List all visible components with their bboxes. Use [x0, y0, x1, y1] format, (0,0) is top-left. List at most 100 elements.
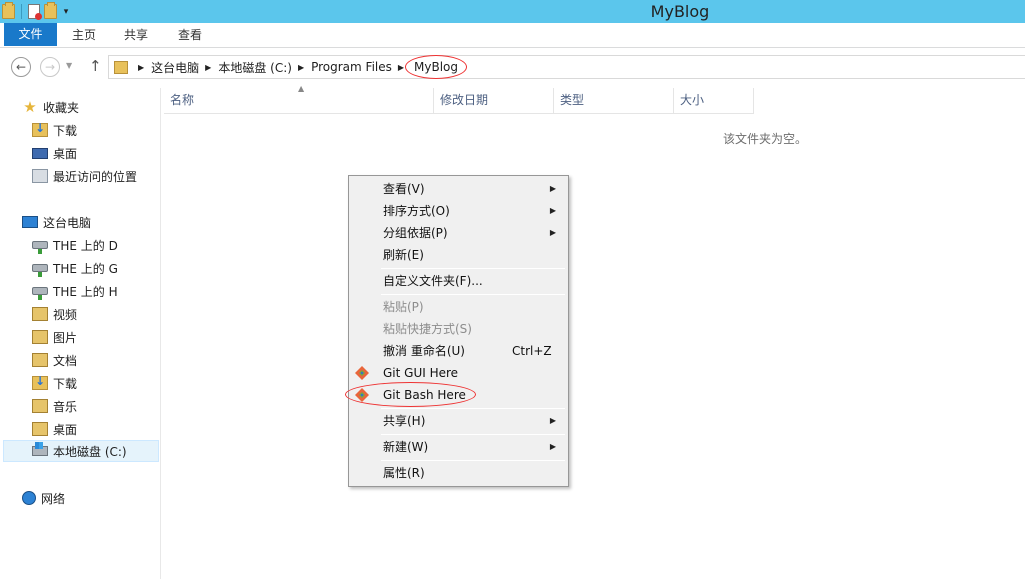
window-title: MyBlog	[650, 2, 710, 21]
menu-separator	[381, 268, 565, 269]
menu-separator	[381, 294, 565, 295]
nav-drive-g[interactable]: THE 上的 G	[32, 257, 118, 279]
tab-file[interactable]: 文件	[4, 23, 57, 46]
desktop-folder-icon	[32, 422, 48, 436]
menu-item-label: 新建(W)	[383, 440, 429, 454]
recent-locations-caret-icon[interactable]: ▼	[66, 61, 72, 70]
nav-network-label: 网络	[41, 491, 66, 506]
menu-separator	[381, 460, 565, 461]
breadcrumb-local-disk-c[interactable]: 本地磁盘 (C:)	[218, 59, 292, 76]
videos-folder-icon	[32, 307, 48, 321]
pane-divider[interactable]	[160, 88, 161, 579]
menu-item-paste-shortcut: 粘贴快捷方式(S)	[351, 318, 566, 340]
downloads-folder-icon	[32, 374, 48, 390]
menu-item-label: Git Bash Here	[383, 388, 466, 402]
nav-pictures[interactable]: 图片	[32, 326, 77, 348]
nav-drive-d[interactable]: THE 上的 D	[32, 234, 118, 256]
nav-favorites-recent[interactable]: 最近访问的位置	[32, 165, 137, 187]
menu-item-git-bash-here[interactable]: Git Bash Here	[351, 384, 566, 406]
pictures-folder-icon	[32, 330, 48, 344]
customize-toolbar-caret-icon[interactable]: ▾	[61, 7, 71, 17]
properties-icon[interactable]	[28, 4, 42, 20]
menu-item-properties[interactable]: 属性(R)	[351, 462, 566, 484]
submenu-arrow-icon: ▶	[549, 416, 556, 425]
nav-item-label: 视频	[53, 307, 78, 322]
nav-item-label: 桌面	[53, 422, 78, 437]
forward-button[interactable]: →	[40, 57, 60, 77]
column-header-type[interactable]: 类型	[554, 88, 674, 114]
breadcrumb-program-files[interactable]: Program Files	[311, 60, 392, 74]
nav-this-pc[interactable]: 这台电脑	[22, 211, 91, 233]
nav-item-label: THE 上的 H	[53, 284, 118, 299]
nav-item-label: 下载	[53, 376, 78, 391]
menu-item-customize-folder[interactable]: 自定义文件夹(F)...	[351, 270, 566, 292]
menu-item-refresh[interactable]: 刷新(E)	[351, 244, 566, 266]
menu-item-label: 自定义文件夹(F)...	[383, 274, 483, 288]
tab-home[interactable]: 主页	[60, 23, 108, 47]
nav-downloads[interactable]: 下载	[32, 372, 77, 394]
ribbon-tabs: 文件 主页 共享 查看	[0, 23, 1025, 48]
nav-documents[interactable]: 文档	[32, 349, 77, 371]
column-header-date-modified[interactable]: 修改日期	[434, 88, 554, 114]
quick-access-toolbar: ▾	[2, 2, 71, 21]
nav-drive-h[interactable]: THE 上的 H	[32, 280, 118, 302]
tab-share[interactable]: 共享	[112, 23, 160, 47]
network-drive-icon	[32, 287, 48, 300]
menu-item-git-gui-here[interactable]: Git GUI Here	[351, 362, 566, 384]
submenu-arrow-icon: ▶	[549, 442, 556, 451]
nav-local-disk-c[interactable]: 本地磁盘 (C:)	[3, 440, 159, 462]
nav-favorites-desktop[interactable]: 桌面	[32, 142, 77, 164]
nav-item-label: 音乐	[53, 399, 78, 414]
menu-item-label: Git GUI Here	[383, 366, 459, 380]
nav-favorites-downloads[interactable]: 下载	[32, 119, 77, 141]
chevron-right-icon[interactable]: ▶	[398, 63, 404, 72]
menu-item-label: 粘贴(P)	[383, 300, 424, 314]
nav-music[interactable]: 音乐	[32, 395, 77, 417]
new-folder-icon[interactable]	[44, 2, 57, 19]
menu-item-share[interactable]: 共享(H) ▶	[351, 410, 566, 432]
nav-item-label: 文档	[53, 353, 78, 368]
chevron-right-icon[interactable]: ▶	[205, 63, 211, 72]
chevron-right-icon[interactable]: ▶	[298, 63, 304, 72]
back-button[interactable]: ←	[11, 57, 31, 77]
column-header-name[interactable]: 名称	[164, 88, 434, 114]
nav-favorites[interactable]: ★ 收藏夹	[22, 96, 79, 118]
context-menu: 查看(V) ▶ 排序方式(O) ▶ 分组依据(P) ▶ 刷新(E) 自定义文件夹…	[348, 175, 569, 487]
nav-item-label: 下载	[53, 123, 78, 138]
submenu-arrow-icon: ▶	[549, 228, 556, 237]
network-icon	[22, 491, 36, 505]
menu-item-sort-by[interactable]: 排序方式(O) ▶	[351, 200, 566, 222]
address-bar[interactable]: ▶ 这台电脑 ▶ 本地磁盘 (C:) ▶ Program Files ▶ MyB…	[108, 55, 1025, 79]
navigation-pane: ★ 收藏夹 下载 桌面 最近访问的位置 这台电脑 THE 上的 D THE 上的…	[0, 88, 161, 579]
git-icon	[355, 366, 369, 380]
nav-desktop[interactable]: 桌面	[32, 418, 77, 440]
desktop-icon	[32, 147, 48, 159]
nav-this-pc-label: 这台电脑	[43, 215, 92, 230]
menu-item-group-by[interactable]: 分组依据(P) ▶	[351, 222, 566, 244]
navigation-bar: ← → ▼ ↑ ▶ 这台电脑 ▶ 本地磁盘 (C:) ▶ Program Fil…	[0, 52, 1025, 82]
nav-item-label: THE 上的 D	[53, 238, 118, 253]
chevron-right-icon[interactable]: ▶	[138, 63, 144, 72]
tab-view[interactable]: 查看	[166, 23, 214, 47]
menu-item-undo-rename[interactable]: 撤消 重命名(U) Ctrl+Z	[351, 340, 566, 362]
music-folder-icon	[32, 399, 48, 413]
column-header-size[interactable]: 大小	[674, 88, 754, 114]
nav-videos[interactable]: 视频	[32, 303, 77, 325]
up-button[interactable]: ↑	[89, 57, 102, 75]
menu-separator	[381, 408, 565, 409]
documents-folder-icon	[32, 353, 48, 367]
nav-network[interactable]: 网络	[22, 487, 65, 509]
star-icon: ★	[23, 98, 37, 116]
menu-item-new[interactable]: 新建(W) ▶	[351, 436, 566, 458]
menu-item-label: 刷新(E)	[383, 248, 424, 262]
submenu-arrow-icon: ▶	[549, 184, 556, 193]
empty-folder-message: 该文件夹为空。	[722, 132, 807, 146]
breadcrumb-myblog[interactable]: MyBlog	[405, 55, 468, 79]
git-icon	[355, 388, 369, 402]
menu-item-label: 分组依据(P)	[383, 226, 448, 240]
nav-item-label: 图片	[53, 330, 78, 345]
menu-item-view[interactable]: 查看(V) ▶	[351, 178, 566, 200]
menu-item-label: 共享(H)	[383, 414, 426, 428]
breadcrumb-this-pc[interactable]: 这台电脑	[151, 59, 199, 76]
nav-favorites-label: 收藏夹	[43, 100, 80, 115]
